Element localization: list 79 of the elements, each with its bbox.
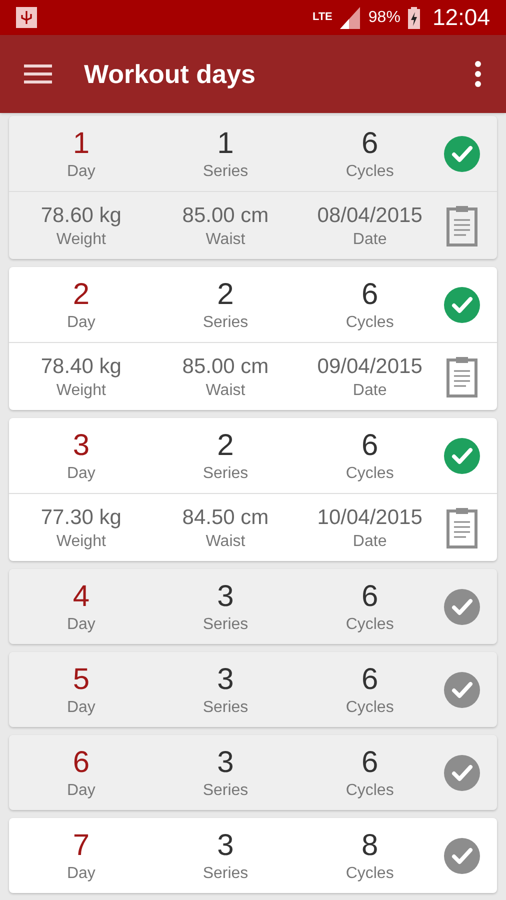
battery-percent: 98%	[368, 8, 400, 28]
stat-value: 78.40 kg	[40, 354, 122, 380]
stat-value: 10/04/2015	[317, 504, 422, 530]
stat-label: Date	[352, 230, 387, 250]
day-card[interactable]: 2 Day 2 Series 6 Cycles 78.40 kg Weight 85.00 cm Waist 09/04/2015 Date	[9, 267, 497, 410]
stat-value: 6	[72, 744, 90, 780]
stat-value: 1	[217, 126, 234, 162]
stat-label: Cycles	[346, 864, 394, 884]
stat-value: 77.30 kg	[40, 504, 122, 530]
stat-label: Waist	[206, 380, 246, 400]
stat-value: 85.00 cm	[182, 354, 269, 380]
stat-value: 3	[217, 828, 234, 864]
stat-label: Series	[202, 780, 248, 800]
stat-label: Day	[66, 864, 96, 884]
stat-value: 7	[72, 828, 90, 864]
clipboard-icon[interactable]	[446, 506, 478, 548]
stat-value: 3	[217, 744, 234, 780]
stat-label: Cycles	[346, 614, 394, 634]
battery-icon	[408, 6, 420, 28]
stat-label: Day	[66, 698, 96, 718]
stat-value: 85.00 cm	[182, 202, 269, 228]
day-card[interactable]: 3 Day 2 Series 6 Cycles 77.30 kg Weight 84.50 cm Waist 10/04/2015 Date	[9, 418, 497, 561]
stat-label: Series	[202, 162, 248, 182]
stat-value: 08/04/2015	[317, 202, 422, 228]
stat-label: Day	[66, 464, 96, 484]
app-title: Workout days	[84, 58, 256, 90]
stat-label: Day	[66, 780, 96, 800]
stat-value: 4	[72, 578, 90, 614]
usb-icon	[16, 7, 37, 28]
stat-value: 1	[72, 126, 90, 162]
day-card[interactable]: 5 Day 3 Series 6 Cycles	[9, 652, 497, 727]
stat-label: Series	[202, 698, 248, 718]
stat-value: 6	[361, 662, 378, 698]
stat-value: 8	[361, 828, 378, 864]
day-card[interactable]: 1 Day 1 Series 6 Cycles 78.60 kg Weight 85.00 cm Waist 08/04/2015 Date	[9, 116, 497, 259]
stat-value: 3	[217, 662, 234, 698]
stat-value: 6	[361, 126, 378, 162]
stat-label: Day	[66, 614, 96, 634]
stat-label: Cycles	[346, 698, 394, 718]
stat-label: Weight	[56, 380, 106, 400]
stat-label: Weight	[56, 230, 106, 250]
stat-label: Date	[352, 380, 387, 400]
stat-value: 09/04/2015	[317, 354, 422, 380]
stat-label: Series	[202, 312, 248, 332]
stat-value: 2	[217, 276, 234, 312]
stat-label: Date	[352, 532, 387, 552]
stat-value: 6	[361, 578, 378, 614]
stat-value: 3	[217, 578, 234, 614]
stat-label: Series	[202, 464, 248, 484]
stat-value: 6	[361, 428, 378, 464]
stat-label: Waist	[206, 230, 246, 250]
stat-value: 6	[361, 276, 378, 312]
stat-label: Cycles	[346, 162, 394, 182]
stat-label: Cycles	[346, 312, 394, 332]
network-type: LTE	[312, 12, 332, 23]
stat-label: Cycles	[346, 464, 394, 484]
stat-value: 6	[361, 744, 378, 780]
stat-value: 2	[217, 428, 234, 464]
menu-icon[interactable]	[24, 64, 52, 84]
stat-value: 78.60 kg	[40, 202, 122, 228]
more-options-icon[interactable]	[474, 61, 482, 87]
stat-label: Waist	[206, 532, 246, 552]
day-card[interactable]: 6 Day 3 Series 6 Cycles	[9, 735, 497, 810]
clipboard-icon[interactable]	[446, 204, 478, 246]
stat-value: 3	[72, 428, 90, 464]
stat-value: 2	[72, 276, 90, 312]
day-card[interactable]: 7 Day 3 Series 8 Cycles	[9, 818, 497, 893]
clipboard-icon[interactable]	[446, 356, 478, 398]
stat-value: 84.50 cm	[182, 504, 269, 530]
clock: 12:04	[432, 3, 490, 32]
day-card[interactable]: 4 Day 3 Series 6 Cycles	[9, 569, 497, 644]
stat-label: Series	[202, 864, 248, 884]
stat-label: Weight	[56, 532, 106, 552]
stat-label: Series	[202, 614, 248, 634]
stat-label: Cycles	[346, 780, 394, 800]
stat-value: 5	[72, 662, 90, 698]
stat-label: Day	[66, 162, 96, 182]
signal-icon	[340, 6, 360, 28]
stat-label: Day	[66, 312, 96, 332]
